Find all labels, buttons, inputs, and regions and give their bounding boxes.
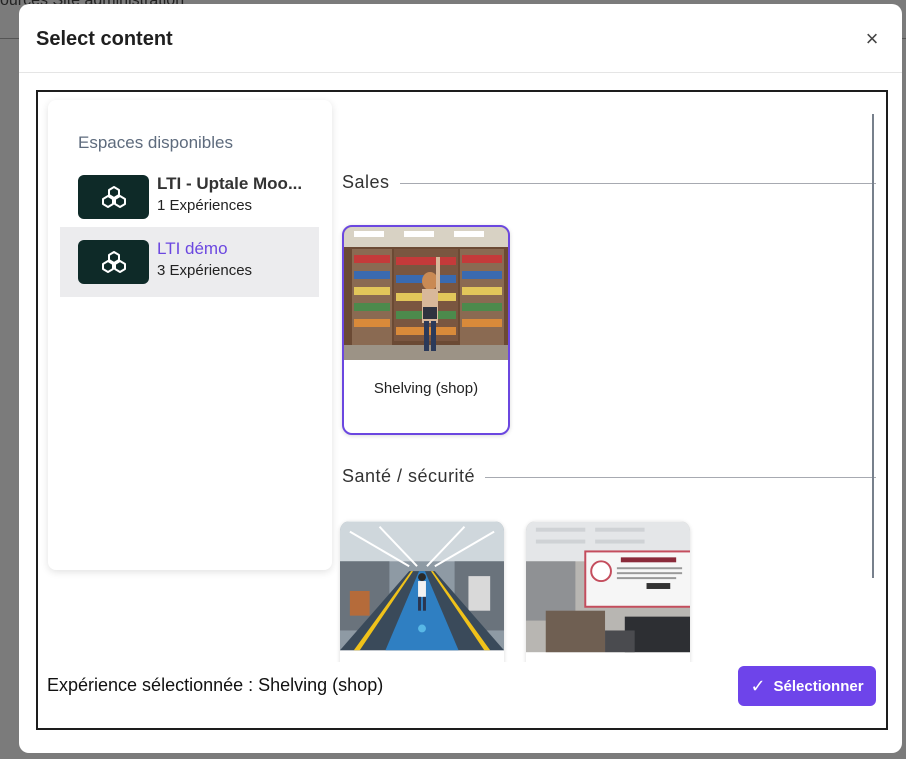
content-frame: Sales Shelving (shop) Santé / sécurité E…	[36, 90, 888, 730]
close-icon[interactable]: ×	[864, 28, 880, 50]
cubes-icon	[78, 175, 149, 219]
content-scrollbar[interactable]	[872, 114, 874, 578]
sidebar-item-name: LTI démo	[157, 239, 228, 258]
factory-walkway-photo	[340, 521, 504, 651]
sidebar-item-lti-uptale[interactable]: LTI - Uptale Moo... 1 Expériences	[60, 162, 319, 232]
experience-card-title: Shelving (shop)	[373, 380, 479, 397]
sidebar-item-count: 1 Expériences	[157, 197, 253, 214]
section-label-sales: Sales	[342, 172, 400, 193]
experience-card-factory[interactable]	[340, 521, 504, 662]
experience-card-shelving[interactable]: Shelving (shop)	[342, 225, 510, 435]
bookstore-shelving-photo	[344, 227, 508, 360]
sidebar-heading: Espaces disponibles	[78, 133, 233, 152]
sidebar-item-count: 3 Expériences	[157, 262, 253, 279]
section-divider	[458, 477, 876, 478]
section-label-sante-securite: Santé / sécurité	[342, 466, 486, 487]
check-icon: ✓	[750, 675, 766, 696]
select-button[interactable]: ✓ Sélectionner	[738, 666, 876, 706]
cubes-icon	[78, 240, 149, 284]
sidebar-item-lti-demo[interactable]: LTI démo 3 Expériences	[60, 227, 319, 297]
spaces-sidebar: Espaces disponibles LTI - Uptale Moo... …	[48, 100, 332, 570]
section-divider	[358, 183, 876, 184]
experience-card-office-safety[interactable]	[526, 521, 690, 662]
select-content-modal: Select content × Sales Shelving (shop) S…	[19, 4, 902, 753]
sidebar-item-name: LTI - Uptale Moo...	[157, 174, 303, 193]
modal-header: Select content ×	[19, 4, 902, 73]
office-safety-sign-photo	[526, 521, 690, 653]
selected-experience-text: Expérience sélectionnée : Shelving (shop…	[47, 675, 384, 695]
select-button-label: Sélectionner	[773, 677, 864, 695]
modal-title: Select content	[36, 28, 173, 50]
